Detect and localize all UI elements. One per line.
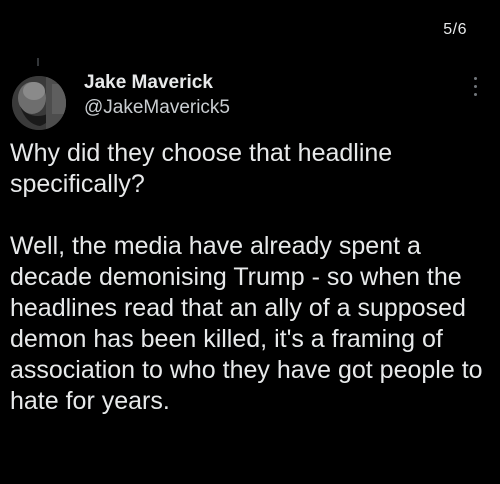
- thread-connector-line: [37, 58, 39, 66]
- tweet-text: Why did they choose that headline specif…: [10, 138, 492, 417]
- user-handle[interactable]: @JakeMaverick5: [84, 95, 230, 121]
- display-name[interactable]: Jake Maverick: [84, 71, 230, 95]
- tweet-paragraph: Why did they choose that headline specif…: [10, 139, 393, 198]
- author-info: Jake Maverick @JakeMaverick5: [84, 71, 230, 121]
- tweet-paragraph: Well, the media have already spent a dec…: [10, 232, 483, 415]
- more-vertical-icon[interactable]: [470, 77, 480, 107]
- thread-page-counter: 5/6: [443, 21, 467, 38]
- bearded-man-avatar-icon: [12, 76, 66, 130]
- avatar[interactable]: [12, 76, 66, 130]
- tweet-header: Jake Maverick @JakeMaverick5: [10, 71, 490, 130]
